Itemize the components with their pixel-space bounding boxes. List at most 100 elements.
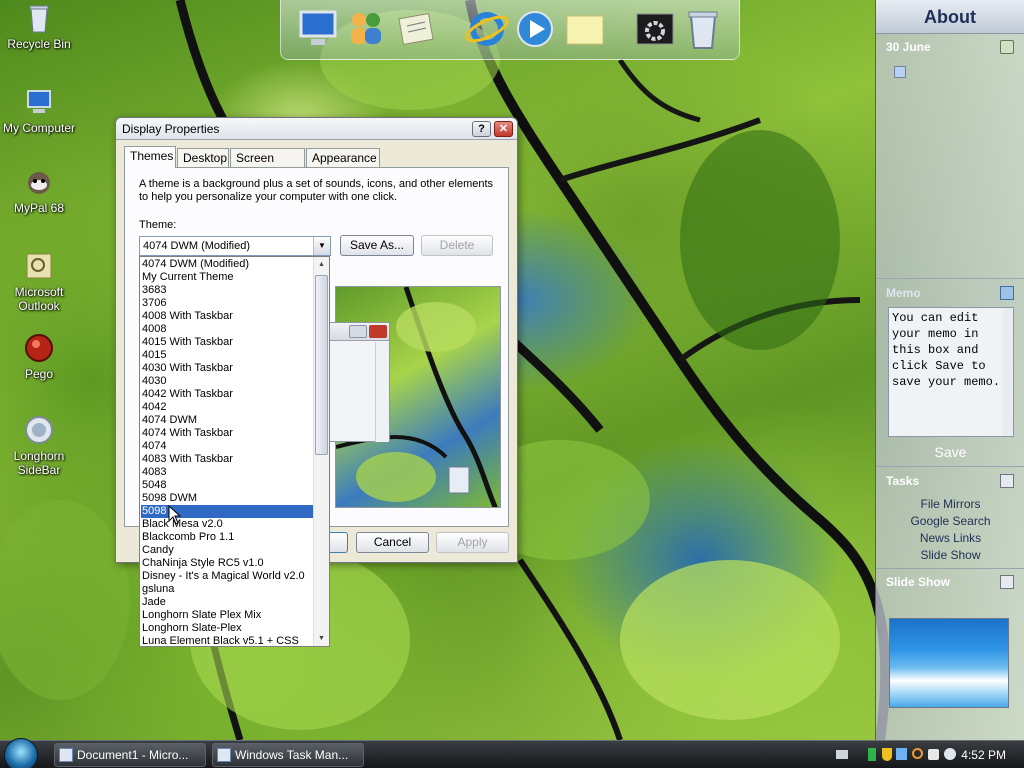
window-titlebar[interactable]: Display Properties xyxy=(116,118,517,140)
power-icon[interactable] xyxy=(944,748,956,760)
memo-scrollbar[interactable] xyxy=(1003,308,1013,436)
recycle-bin-icon[interactable] xyxy=(681,6,725,52)
theme-option[interactable]: Luna Element Black v5.1 + CSS xyxy=(141,635,314,648)
media-player-icon[interactable] xyxy=(513,6,557,52)
attachment-icon[interactable] xyxy=(1000,40,1014,54)
theme-option[interactable]: 5098 xyxy=(141,505,314,518)
desktop-icon-recycle-bin[interactable]: Recycle Bin xyxy=(0,2,78,51)
slideshow-gadget-icon[interactable] xyxy=(1000,575,1014,589)
apply-button[interactable]: Apply xyxy=(436,532,509,553)
desktop-icon-my-computer[interactable]: My Computer xyxy=(0,86,78,135)
close-button[interactable]: ✕ xyxy=(494,121,513,137)
taskbar-clock[interactable]: 4:52 PM xyxy=(961,741,1006,768)
theme-option[interactable]: 4074 With Taskbar xyxy=(141,427,314,440)
theme-option[interactable]: Disney - It's a Magical World v2.0 xyxy=(141,570,314,583)
scroll-up-icon[interactable]: ▲ xyxy=(314,257,329,272)
notepad-icon[interactable] xyxy=(395,6,439,52)
dropdown-scrollbar[interactable]: ▲ ▼ xyxy=(313,257,329,646)
slideshow-image[interactable] xyxy=(889,618,1009,708)
volume-icon[interactable] xyxy=(928,749,939,760)
desktop-icon-label: MyPal 68 xyxy=(13,201,65,215)
desktop-icon-pego[interactable]: Pego xyxy=(0,332,78,381)
memo-text: You can edit your memo in this box and c… xyxy=(892,311,1001,389)
theme-option[interactable]: 4030 xyxy=(141,375,314,388)
task-news-links[interactable]: News Links xyxy=(876,531,1024,545)
sidebar-divider xyxy=(876,278,1024,279)
taskbar-item-document1[interactable]: Document1 - Micro... xyxy=(54,743,206,767)
memo-textarea[interactable]: You can edit your memo in this box and c… xyxy=(888,307,1014,437)
desktop-icon-outlook[interactable]: Microsoft Outlook xyxy=(0,250,78,313)
theme-option[interactable]: 5048 xyxy=(141,479,314,492)
sticky-note-icon[interactable] xyxy=(563,6,607,52)
theme-option[interactable]: 4008 With Taskbar xyxy=(141,310,314,323)
scrollbar-thumb[interactable] xyxy=(315,275,328,455)
memo-save-button[interactable]: Save xyxy=(876,444,1024,460)
tab-appearance[interactable]: Appearance xyxy=(306,148,380,167)
outlook-icon xyxy=(26,253,52,279)
cancel-button[interactable]: Cancel xyxy=(356,532,429,553)
theme-option[interactable]: 4042 xyxy=(141,401,314,414)
task-google-search[interactable]: Google Search xyxy=(876,514,1024,528)
keyboard-icon[interactable] xyxy=(836,750,848,759)
theme-option[interactable]: 4030 With Taskbar xyxy=(141,362,314,375)
taskbar-item-task-manager[interactable]: Windows Task Man... xyxy=(212,743,364,767)
preview-sample-window xyxy=(328,322,390,442)
theme-option[interactable]: 4083 With Taskbar xyxy=(141,453,314,466)
theme-option[interactable]: ChaNinja Style RC5 v1.0 xyxy=(141,557,314,570)
theme-option[interactable]: My Current Theme xyxy=(141,271,314,284)
theme-option[interactable]: 4008 xyxy=(141,323,314,336)
taskbar-item-label: Windows Task Man... xyxy=(235,748,349,762)
chevron-down-icon[interactable]: ▼ xyxy=(313,237,330,255)
desktop-icon-mypal[interactable]: MyPal 68 xyxy=(0,166,78,215)
theme-option[interactable]: 4015 With Taskbar xyxy=(141,336,314,349)
tab-desktop[interactable]: Desktop xyxy=(177,148,229,167)
theme-option[interactable]: 4042 With Taskbar xyxy=(141,388,314,401)
green-status-icon[interactable] xyxy=(868,748,876,761)
memo-gadget-icon[interactable] xyxy=(1000,286,1014,300)
theme-select-value: 4074 DWM (Modified) xyxy=(143,240,250,252)
search-icon[interactable] xyxy=(912,748,923,759)
start-button[interactable] xyxy=(4,738,38,768)
shield-icon[interactable] xyxy=(882,748,892,761)
theme-option[interactable]: 4074 xyxy=(141,440,314,453)
theme-option[interactable]: 3683 xyxy=(141,284,314,297)
theme-option[interactable]: 5098 DWM xyxy=(141,492,314,505)
theme-option[interactable]: 4083 xyxy=(141,466,314,479)
theme-dropdown-list[interactable]: 4074 DWM (Modified) My Current Theme 3683 3… xyxy=(139,256,330,647)
mypal-browser-icon xyxy=(28,172,50,194)
users-icon[interactable] xyxy=(345,6,389,52)
theme-select[interactable]: 4074 DWM (Modified) ▼ xyxy=(139,236,331,256)
desktop-icon-longhorn-sidebar[interactable]: Longhorn SideBar xyxy=(0,414,78,477)
tab-themes[interactable]: Themes xyxy=(124,146,176,168)
system-tray: 4:52 PM xyxy=(830,741,1024,768)
theme-option[interactable]: Blackcomb Pro 1.1 xyxy=(141,531,314,544)
theme-option[interactable]: 4074 DWM (Modified) xyxy=(141,258,314,271)
network-icon[interactable] xyxy=(896,748,907,760)
save-as-button[interactable]: Save As... xyxy=(340,235,414,256)
internet-explorer-icon[interactable] xyxy=(465,6,509,52)
settings-icon[interactable] xyxy=(633,6,677,52)
desktop-icon-label: Microsoft Outlook xyxy=(14,285,64,313)
mouse-cursor-icon xyxy=(168,505,182,525)
theme-option[interactable]: gsluna xyxy=(141,583,314,596)
sidebar-date: 30 June xyxy=(886,40,931,54)
theme-option[interactable]: 4015 xyxy=(141,349,314,362)
theme-option[interactable]: Black Mesa v2.0 xyxy=(141,518,314,531)
theme-option[interactable]: 4074 DWM xyxy=(141,414,314,427)
task-slide-show[interactable]: Slide Show xyxy=(876,548,1024,562)
theme-option[interactable]: Candy xyxy=(141,544,314,557)
recycle-bin-icon xyxy=(29,5,49,33)
sidebar-divider xyxy=(876,466,1024,467)
tab-screen-saver[interactable]: Screen Saver xyxy=(230,148,305,183)
pego-icon xyxy=(25,334,53,362)
computer-icon[interactable] xyxy=(297,6,341,52)
theme-option[interactable]: 3706 xyxy=(141,297,314,310)
help-button[interactable]: ? xyxy=(472,121,491,137)
scroll-down-icon[interactable]: ▼ xyxy=(314,631,329,646)
theme-option[interactable]: Longhorn Slate Plex Mix xyxy=(141,609,314,622)
task-file-mirrors[interactable]: File Mirrors xyxy=(876,497,1024,511)
tasks-gadget-icon[interactable] xyxy=(1000,474,1014,488)
theme-option[interactable]: Longhorn Slate-Plex xyxy=(141,622,314,635)
delete-button[interactable]: Delete xyxy=(421,235,493,256)
theme-option[interactable]: Jade xyxy=(141,596,314,609)
